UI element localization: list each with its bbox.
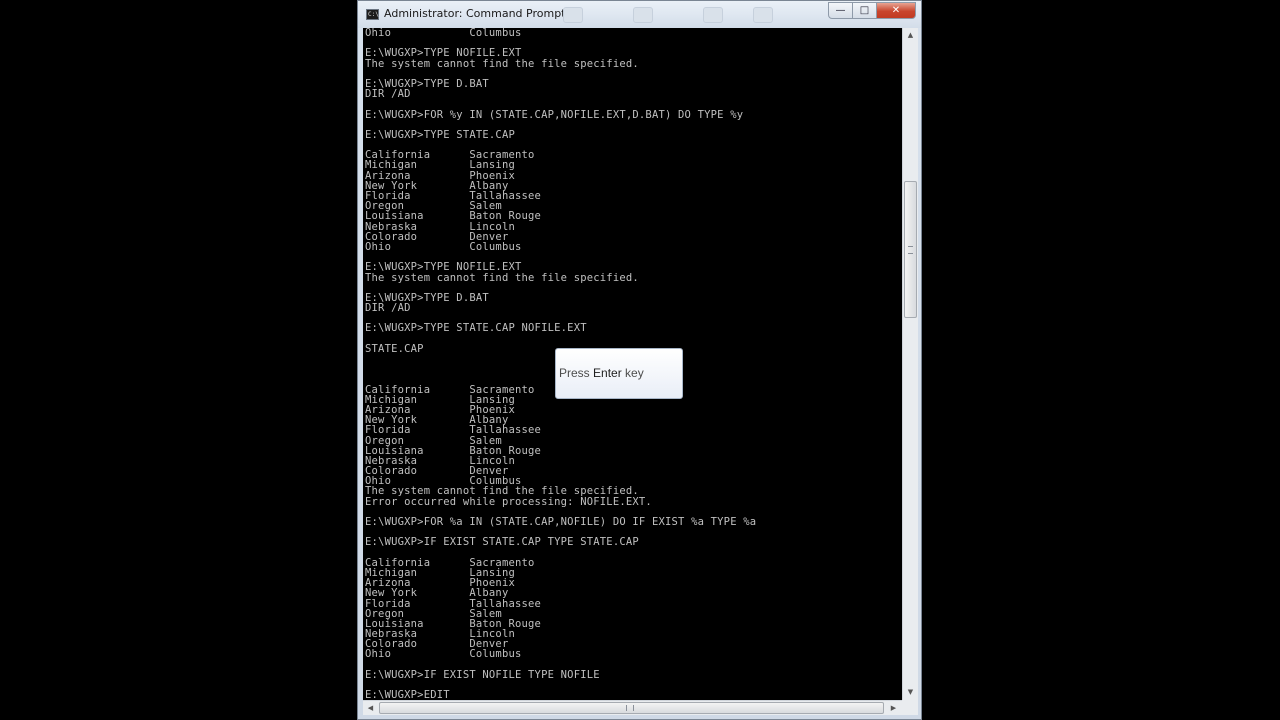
scroll-left-arrow-icon[interactable]: ◀ xyxy=(363,701,378,715)
tooltip-key: Enter xyxy=(593,366,622,380)
window-title: Administrator: Command Prompt xyxy=(384,7,566,20)
console-line: Florida Tallahassee xyxy=(365,424,542,437)
console-line: Error occurred while processing: NOFILE.… xyxy=(365,495,652,508)
scroll-down-arrow-icon[interactable]: ▼ xyxy=(903,685,918,699)
minimize-icon: — xyxy=(835,5,846,16)
title-bar[interactable]: C:\ Administrator: Command Prompt — □ ✕ xyxy=(358,1,921,28)
keystroke-tooltip: Press Enter key xyxy=(555,348,683,399)
console-line: Ohio Columbus xyxy=(365,648,522,661)
grip-icon xyxy=(908,246,913,254)
maximize-button[interactable]: □ xyxy=(852,2,877,19)
console-line: DIR /AD xyxy=(365,302,411,315)
console-line: E:\WUGXP>FOR %y IN (STATE.CAP,NOFILE.EXT… xyxy=(365,108,744,121)
console-line: DIR /AD xyxy=(365,88,411,101)
vertical-scroll-thumb[interactable] xyxy=(904,181,917,318)
console-line: New York Albany xyxy=(365,587,509,600)
vertical-scrollbar[interactable]: ▲ ▼ xyxy=(902,28,918,700)
background-window-ghost xyxy=(703,7,723,23)
minimize-button[interactable]: — xyxy=(828,2,853,19)
background-window-ghost xyxy=(753,7,773,23)
console-line: The system cannot find the file specifie… xyxy=(365,271,639,284)
background-window-ghost xyxy=(563,7,583,23)
console-line: E:\WUGXP>TYPE STATE.CAP xyxy=(365,128,515,141)
background-window-ghost xyxy=(633,7,653,23)
cmd-icon[interactable]: C:\ xyxy=(366,9,379,20)
console-line: E:\WUGXP>TYPE STATE.CAP NOFILE.EXT xyxy=(365,322,587,335)
console-line: The system cannot find the file specifie… xyxy=(365,57,639,70)
horizontal-scroll-thumb[interactable] xyxy=(379,702,884,714)
maximize-icon: □ xyxy=(859,5,870,16)
scroll-right-arrow-icon[interactable]: ▶ xyxy=(886,701,901,715)
scroll-up-arrow-icon[interactable]: ▲ xyxy=(903,28,918,42)
close-icon: ✕ xyxy=(891,5,901,16)
console-line: E:\WUGXP>IF EXIST NOFILE TYPE NOFILE xyxy=(365,668,600,681)
console-line: E:\WUGXP>TYPE NOFILE.EXT xyxy=(365,261,522,274)
console-line: E:\WUGXP>IF EXIST STATE.CAP TYPE STATE.C… xyxy=(365,536,639,549)
tooltip-suffix: key xyxy=(621,366,644,380)
console-line: E:\WUGXP>EDIT xyxy=(365,689,450,700)
close-button[interactable]: ✕ xyxy=(876,2,916,19)
horizontal-scrollbar[interactable]: ◀ ▶ xyxy=(363,700,902,715)
console-line: Ohio Columbus xyxy=(365,28,522,39)
console-line: E:\WUGXP>FOR %a IN (STATE.CAP,NOFILE) DO… xyxy=(365,516,757,528)
tooltip-prefix: Press xyxy=(559,366,594,380)
grip-icon xyxy=(626,705,634,711)
console-line: E:\WUGXP>TYPE D.BAT xyxy=(365,291,489,304)
resize-grip[interactable] xyxy=(902,700,918,715)
console-line: Ohio Columbus xyxy=(365,240,522,253)
console-line: E:\WUGXP>TYPE D.BAT xyxy=(365,77,489,90)
